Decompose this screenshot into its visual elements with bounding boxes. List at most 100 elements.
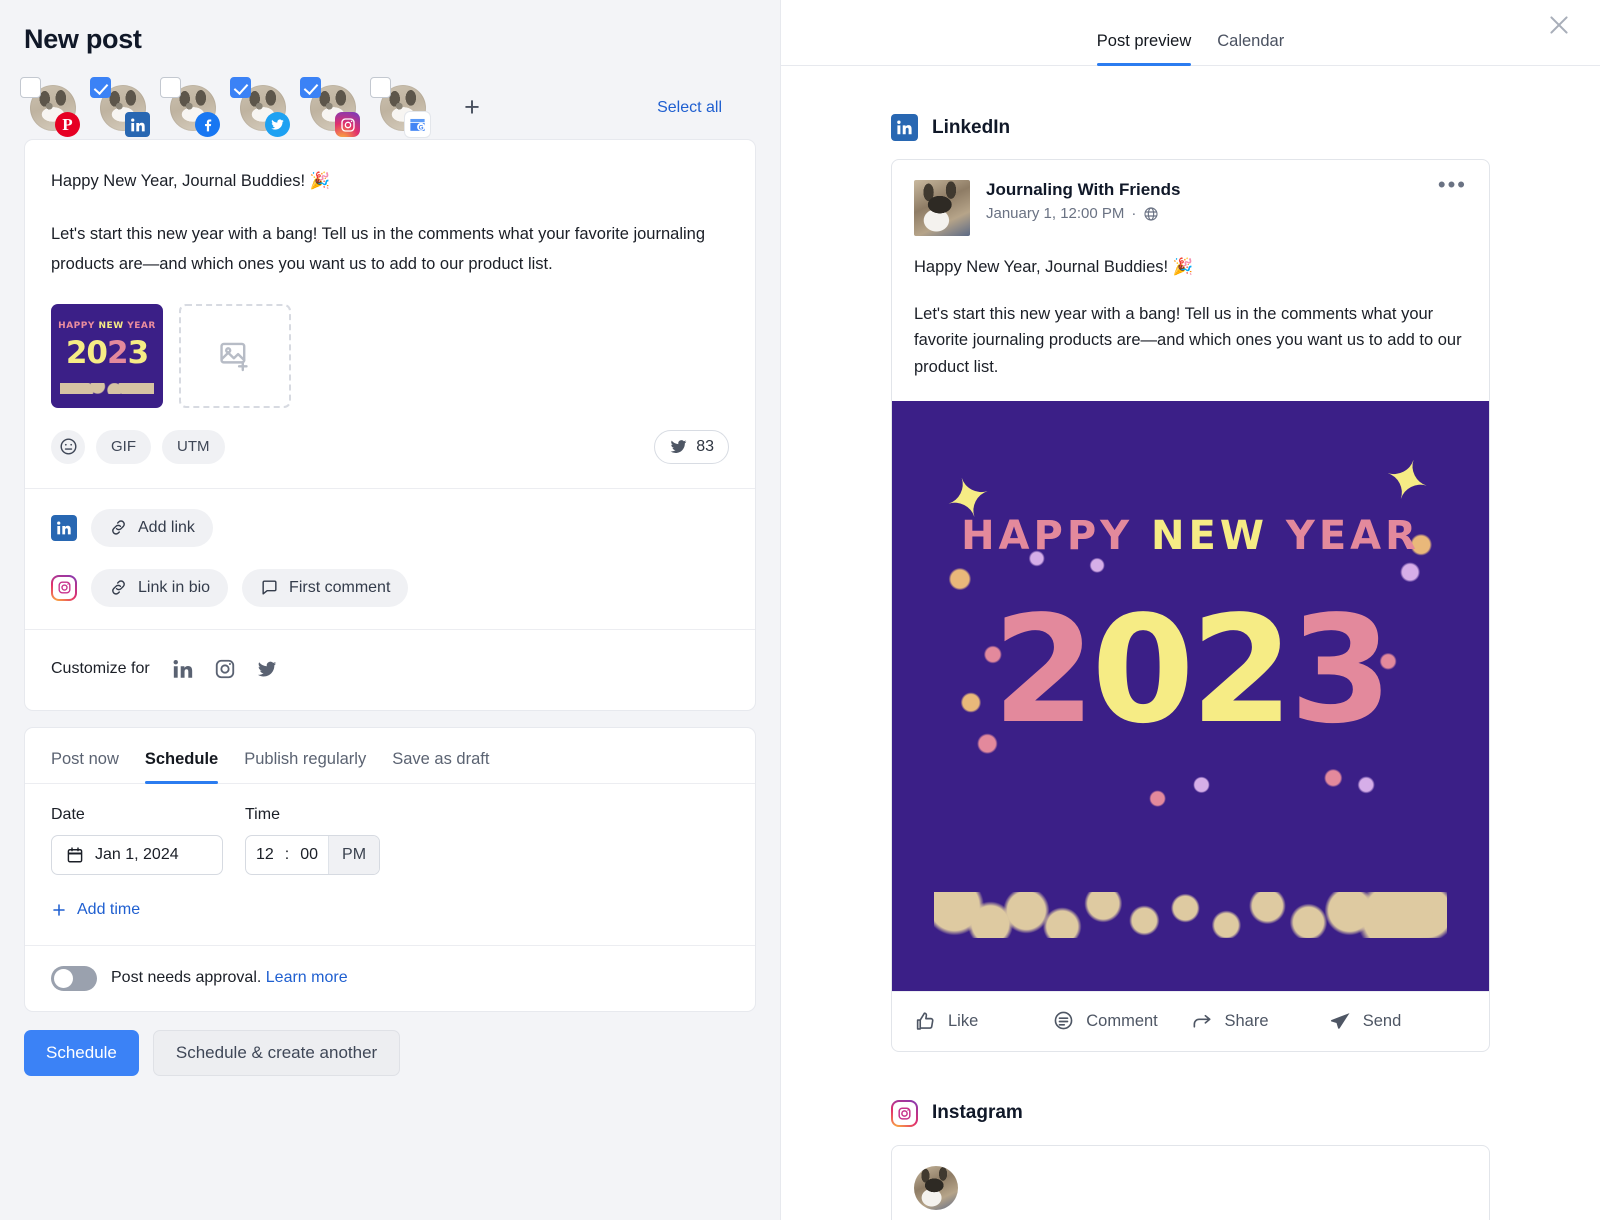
date-time-row: Date Jan 1, 2024 Time 12 : (51, 806, 729, 875)
thumb-glitter (60, 383, 154, 394)
tab-schedule[interactable]: Schedule (145, 750, 218, 783)
preview-author-meta: Journaling With Friends January 1, 12:00… (986, 180, 1180, 222)
comment-label: Comment (1086, 1012, 1158, 1031)
customize-instagram-icon[interactable] (210, 654, 240, 684)
schedule-card: Post now Schedule Publish regularly Save… (24, 727, 756, 1012)
account-checkbox-instagram[interactable] (300, 77, 321, 98)
preview-card-header (892, 1146, 1489, 1210)
composer-paragraph-1: Happy New Year, Journal Buddies! 🎉 (51, 166, 729, 197)
tab-post-now[interactable]: Post now (51, 750, 119, 783)
share-label: Share (1225, 1012, 1269, 1031)
plus-icon (51, 902, 67, 918)
more-options-icon[interactable]: ••• (1438, 180, 1467, 190)
tab-publish-regularly[interactable]: Publish regularly (244, 750, 366, 783)
account-checkbox-twitter[interactable] (230, 77, 251, 98)
dot-separator: · (1131, 205, 1136, 222)
account-google-business[interactable]: G (374, 83, 424, 133)
preview-paragraph-2: Let's start this new year with a bang! T… (914, 301, 1467, 381)
customize-for-section: Customize for (25, 630, 755, 710)
send-label: Send (1363, 1012, 1402, 1031)
add-time-button[interactable]: Add time (51, 901, 729, 919)
link-options-section: Add link Link in bio (25, 489, 755, 629)
composer-textarea[interactable]: Happy New Year, Journal Buddies! 🎉 Let's… (25, 140, 755, 280)
linkedin-preview-card: Journaling With Friends January 1, 12:00… (891, 159, 1490, 1052)
comment-bubble-icon (1052, 1010, 1075, 1033)
time-minute[interactable]: 00 (290, 836, 328, 874)
link-chain-icon (109, 518, 128, 537)
composer-paragraph-2: Let's start this new year with a bang! T… (51, 219, 729, 280)
account-pinterest[interactable] (24, 83, 74, 133)
account-facebook[interactable] (164, 83, 214, 133)
add-link-label: Add link (138, 519, 195, 537)
customize-twitter-icon[interactable] (252, 654, 282, 684)
learn-more-link[interactable]: Learn more (266, 969, 348, 986)
composer-panel: New post (0, 0, 780, 1220)
preview-tabs: Post preview Calendar (781, 0, 1600, 66)
tab-calendar[interactable]: Calendar (1217, 32, 1284, 65)
date-input[interactable]: Jan 1, 2024 (51, 835, 223, 875)
calendar-icon (66, 846, 84, 864)
account-checkbox-facebook[interactable] (160, 77, 181, 98)
image-headline: HAPPY NEW YEAR (892, 513, 1489, 559)
approval-label: Post needs approval. (111, 969, 261, 986)
account-linkedin[interactable] (94, 83, 144, 133)
character-count-badge: 83 (654, 430, 729, 464)
schedule-button[interactable]: Schedule (24, 1030, 139, 1076)
add-account-button[interactable]: + (456, 92, 488, 124)
avatar (914, 180, 970, 236)
preview-author-name: Journaling With Friends (986, 180, 1180, 200)
thumb-year: 2023 (51, 335, 163, 371)
add-media-button[interactable] (179, 304, 291, 408)
approval-toggle[interactable] (51, 966, 97, 991)
close-icon[interactable] (1540, 6, 1578, 44)
media-thumbnail[interactable]: HAPPY NEW YEAR 2023 (51, 304, 163, 408)
time-hour[interactable]: 12 (246, 836, 284, 874)
utm-button[interactable]: UTM (162, 430, 225, 464)
send-paper-plane-icon (1329, 1010, 1352, 1033)
schedule-body: Date Jan 1, 2024 Time 12 : (25, 784, 755, 945)
preview-timestamp-row: January 1, 12:00 PM · (986, 205, 1180, 222)
like-label: Like (948, 1012, 978, 1031)
post-composer-app: New post (0, 0, 1600, 1220)
first-comment-label: First comment (289, 579, 390, 597)
tab-save-as-draft[interactable]: Save as draft (392, 750, 489, 783)
account-twitter[interactable] (234, 83, 284, 133)
account-checkbox-google-business[interactable] (370, 77, 391, 98)
preview-paragraph-1: Happy New Year, Journal Buddies! 🎉 (914, 254, 1467, 281)
account-checkbox-pinterest[interactable] (20, 77, 41, 98)
date-field-group: Date Jan 1, 2024 (51, 806, 223, 875)
comment-flag-icon (260, 578, 279, 597)
like-button[interactable]: Like (914, 1010, 1052, 1033)
account-instagram[interactable] (304, 83, 354, 133)
schedule-tabs: Post now Schedule Publish regularly Save… (25, 728, 755, 784)
media-row: HAPPY NEW YEAR 2023 (25, 280, 755, 408)
share-button[interactable]: Share (1191, 1010, 1329, 1033)
new-year-image: HAPPY NEW YEAR 2023 (51, 304, 163, 408)
comment-button[interactable]: Comment (1052, 1010, 1190, 1033)
preview-scroll-area[interactable]: LinkedIn Journaling With Friends January… (781, 114, 1600, 1220)
date-value: Jan 1, 2024 (95, 846, 179, 864)
linkedin-icon (891, 114, 918, 141)
avatar (914, 1166, 958, 1210)
gif-button[interactable]: GIF (96, 430, 151, 464)
time-ampm[interactable]: PM (328, 836, 379, 874)
instagram-icon (51, 575, 77, 601)
customize-label: Customize for (51, 660, 150, 678)
schedule-and-create-another-button[interactable]: Schedule & create another (153, 1030, 400, 1076)
account-checkbox-linkedin[interactable] (90, 77, 111, 98)
time-field-group: Time 12 : 00 PM (245, 806, 380, 875)
tab-post-preview[interactable]: Post preview (1097, 32, 1191, 65)
send-button[interactable]: Send (1329, 1010, 1467, 1033)
add-link-button[interactable]: Add link (91, 509, 213, 547)
time-label: Time (245, 806, 380, 824)
emoji-button[interactable] (51, 430, 85, 464)
first-comment-button[interactable]: First comment (242, 569, 408, 607)
time-input[interactable]: 12 : 00 PM (245, 835, 380, 875)
customize-linkedin-icon[interactable] (168, 654, 198, 684)
select-all-link[interactable]: Select all (657, 99, 756, 117)
link-in-bio-button[interactable]: Link in bio (91, 569, 228, 607)
preview-card-header: Journaling With Friends January 1, 12:00… (892, 160, 1489, 236)
instagram-icon (335, 112, 360, 137)
image-year: 2023 (892, 596, 1489, 744)
link-chain-icon (109, 578, 128, 597)
